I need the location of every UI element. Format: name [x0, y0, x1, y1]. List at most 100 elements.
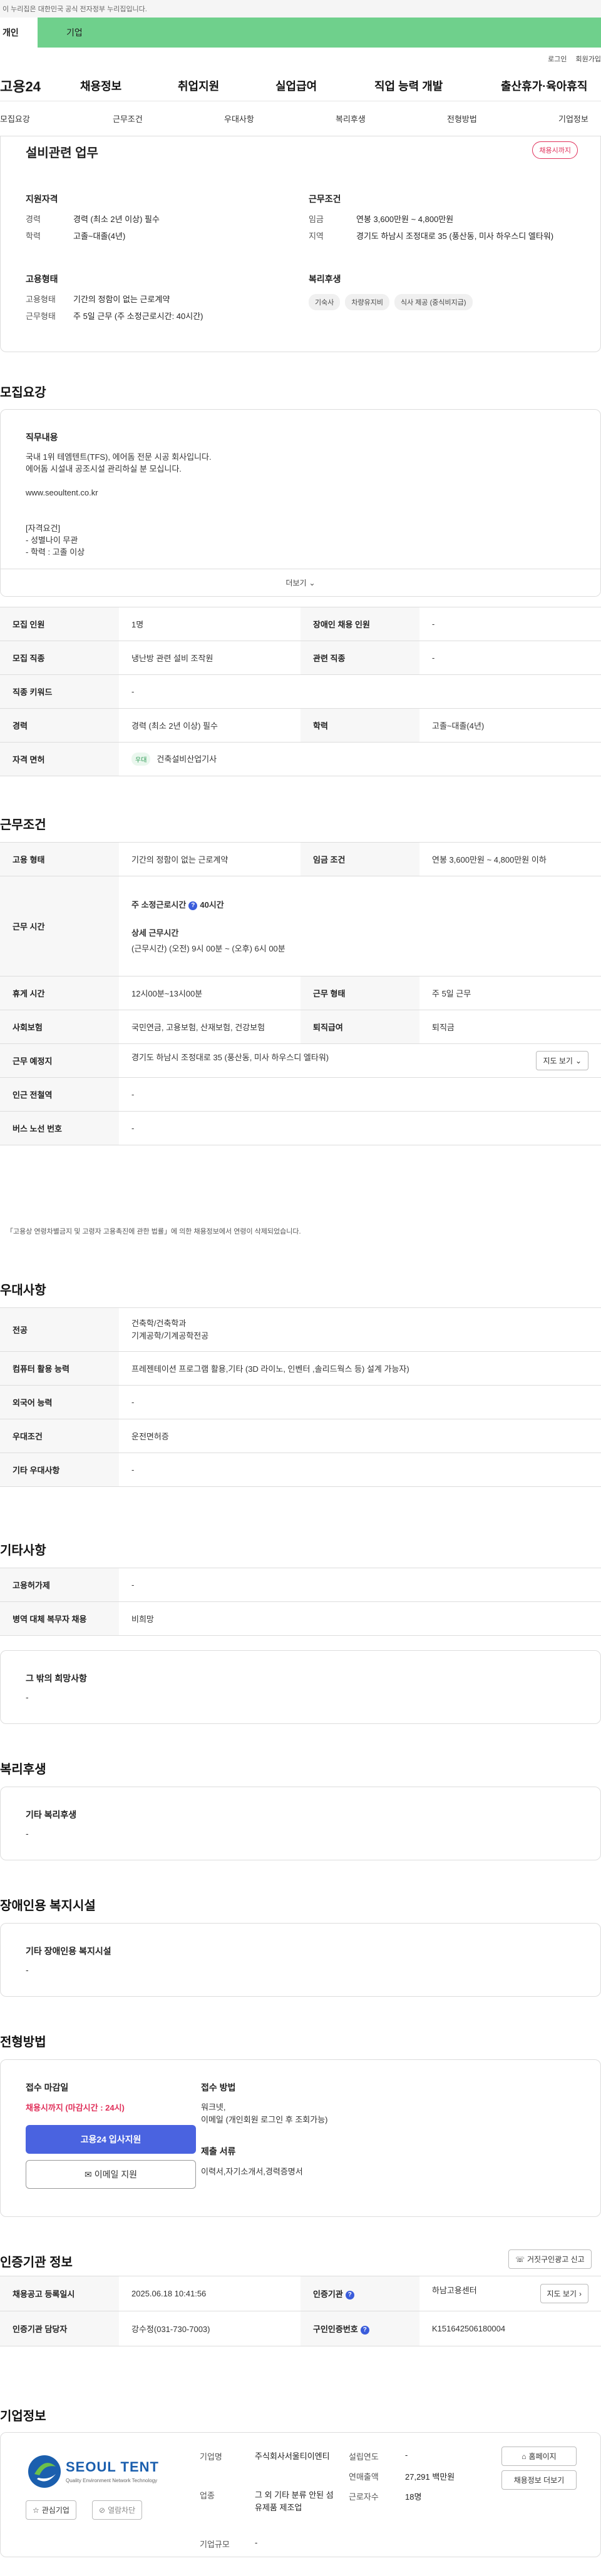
emp-type-value: 기간의 정함이 없는 근로계약: [73, 295, 170, 304]
status-badge: 채용시까지: [532, 141, 578, 159]
company-name: 주식회사서울티이엔티: [255, 2452, 330, 2461]
gnb-parental-leave[interactable]: 출산휴가·육아휴직: [501, 78, 587, 94]
disability-box: 기타 장애인용 복지시설 -: [0, 1923, 601, 1997]
process-box: 접수 마감일 채용시까지 (마감시간 : 24시) 고용24 입사지원 ✉ 이메일…: [0, 2059, 601, 2217]
table-row: 자격 면허 우대 건축설비산업기사: [0, 742, 601, 776]
homepage-button[interactable]: ⌂ 홈페이지: [501, 2447, 577, 2466]
sub-nav: 모집요강 근무조건 우대사항 복리후생 전형방법 기업정보: [0, 101, 601, 136]
job-desc-text: 국내 1위 테엠텐트(TFS), 에어돔 전문 시공 회사입니다. 에어돔 시설…: [26, 452, 212, 557]
table-row: 사회보험 국민연금, 고용보험, 산재보험, 건강보험 퇴직급여 퇴직금: [0, 1010, 601, 1044]
table-row: 모집 직종 냉난방 관련 설비 조작원 관련 직종 -: [0, 641, 601, 675]
cert-table: 채용공고 등록일시 2025.06.18 10:41:56 인증기관? 하남고용…: [0, 2276, 601, 2346]
career-value: 경력 (최소 2년 이상) 필수: [73, 215, 160, 224]
age-note: 「고용상 연령차별금지 및 고령자 고용촉진에 관한 법률」에 의한 채용정보에…: [6, 1228, 301, 1235]
more-jobs-button[interactable]: 채용정보 더보기: [501, 2470, 577, 2490]
company-section-title: 기업정보: [0, 2410, 46, 2423]
table-row: 근무 예정지 경기도 하남시 조정대로 35 (풍산동, 미사 하우스디 엘타워…: [0, 1043, 601, 1078]
subnav-welfare[interactable]: 복리후생: [336, 113, 366, 124]
table-row: 모집 인원 1명 장애인 채용 인원 -: [0, 607, 601, 641]
help-icon[interactable]: ?: [360, 2325, 369, 2335]
etc-table: 고용허가제 - 병역 대체 복무자 채용 비희망: [0, 1568, 601, 1636]
subnav-process[interactable]: 전형방법: [447, 113, 477, 124]
work-form-value: 주 5일 근무 (주 소정근로시간: 40시간): [73, 312, 203, 321]
subnav-company[interactable]: 기업정보: [558, 113, 588, 124]
company-logo: SEOUL TENT Quality Environment Network T…: [26, 2450, 163, 2494]
gnb-jobs[interactable]: 채용정보: [80, 78, 121, 94]
help-icon[interactable]: ?: [345, 2290, 354, 2300]
apply-button[interactable]: 고용24 입사지원: [26, 2125, 196, 2154]
other-wish-box: 그 밖의 희망사항 -: [0, 1650, 601, 1724]
pref-section-title: 우대사항: [0, 1284, 46, 1297]
table-row: 병역 대체 복무자 채용 비희망: [0, 1601, 601, 1636]
table-row: 경력 경력 (최소 2년 이상) 필수 학력 고졸~대졸(4년): [0, 708, 601, 743]
qual-head: 지원자격: [26, 194, 58, 204]
tab-company[interactable]: 기업: [38, 18, 601, 48]
cond-head: 근무조건: [309, 194, 341, 204]
help-icon[interactable]: ?: [188, 901, 198, 910]
table-row: 고용허가제 -: [0, 1568, 601, 1602]
subnav-recruit[interactable]: 모집요강: [0, 113, 30, 124]
megaphone-icon: ☏: [515, 2254, 525, 2264]
gnb-employment-support[interactable]: 취업지원: [178, 78, 219, 94]
home-icon: ⌂: [521, 2452, 527, 2461]
welfare-box: 기타 복리후생 -: [0, 1787, 601, 1860]
deadline-value: 채용시까지 (마감시간 : 24시): [26, 2103, 125, 2112]
usertype-tabs: 개인 기업: [0, 18, 601, 48]
etc-section-title: 기타사항: [0, 1544, 46, 1558]
more-button[interactable]: 더보기 ⌄: [1, 569, 600, 596]
site-logo[interactable]: 고용24: [0, 76, 41, 96]
star-icon: ☆: [33, 2505, 39, 2515]
cert-section-title: 인증기관 정보: [0, 2256, 73, 2269]
table-row: 컴퓨터 활용 능력 프레젠테이션 프로그램 활용,기타 (3D 라이노, 인벤터…: [0, 1351, 601, 1386]
welfare-tag: 식사 제공 (중식비지급): [394, 294, 473, 310]
gnb-unemployment-benefit[interactable]: 실업급여: [275, 78, 317, 94]
favorite-company-button[interactable]: ☆ 관심기업: [26, 2500, 76, 2520]
global-nav: 고용24 채용정보 취업지원 실업급여 직업 능력 개발 출산휴가·육아휴직: [0, 70, 601, 101]
email-apply-button[interactable]: ✉ 이메일 지원: [26, 2160, 196, 2189]
welfare-tag: 기숙사: [309, 294, 341, 310]
join-link[interactable]: 회원가입: [576, 54, 601, 64]
job-title: 설비관련 업무: [26, 146, 98, 160]
cert-map-button[interactable]: 지도 보기 ›: [540, 2284, 588, 2303]
tab-personal[interactable]: 개인: [0, 18, 38, 48]
pref-table: 전공 건축학/건축학과 기계공학/기계공학전공 컴퓨터 활용 능력 프레젠테이션…: [0, 1307, 601, 1487]
table-row: 전공 건축학/건축학과 기계공학/기계공학전공: [0, 1307, 601, 1352]
gov-strip: 이 누리집은 대한민국 공식 전자정부 누리집입니다.: [0, 0, 601, 18]
recruit-table: 모집 인원 1명 장애인 채용 인원 - 모집 직종 냉난방 관련 설비 조작원…: [0, 607, 601, 776]
top-menu: 로그인 회원가입: [0, 48, 601, 70]
preferred-badge: 우대: [131, 753, 151, 766]
report-button[interactable]: ☏ 거짓구인광고 신고: [508, 2249, 592, 2269]
chevron-down-icon: ⌄: [309, 578, 316, 587]
table-row: 채용공고 등록일시 2025.06.18 10:41:56 인증기관? 하남고용…: [0, 2276, 601, 2311]
subnav-pref[interactable]: 우대사항: [224, 113, 254, 124]
welfare-head: 복리후생: [309, 274, 341, 284]
process-section-title: 전형방법: [0, 2036, 46, 2049]
gnb-skills[interactable]: 직업 능력 개발: [374, 78, 443, 94]
region-value: 경기도 하남시 조정대로 35 (풍산동, 미사 하우스디 엘타워): [356, 231, 554, 241]
chevron-down-icon: ⌄: [575, 1056, 582, 1065]
logo-sub: Quality Environment Network Technology: [66, 2478, 158, 2483]
login-link[interactable]: 로그인: [548, 54, 567, 64]
recruit-section-title: 모집요강: [0, 386, 46, 400]
work-section-title: 근무조건: [0, 818, 46, 832]
employment-block: 고용형태 고용형태 기간의 정함이 없는 근로계약 근무형태 주 5일 근무 (주 …: [26, 273, 289, 328]
table-row: 기타 우대사항 -: [0, 1453, 601, 1487]
wage-value: 연봉 3,600만원 ~ 4,800만원: [356, 215, 454, 224]
license-value: 건축설비산업기사: [157, 754, 217, 764]
map-button[interactable]: 지도 보기 ⌄: [536, 1051, 588, 1070]
block-view-button[interactable]: ⊘ 열람차단: [92, 2500, 143, 2520]
company-box: SEOUL TENT Quality Environment Network T…: [0, 2432, 601, 2557]
table-row: 휴게 시간 12시00분~13시00분 근무 형태 주 5일 근무: [0, 976, 601, 1010]
summary-card: 설비관련 업무 채용시까지 지원자격 경력 경력 (최소 2년 이상) 필수 학력…: [0, 136, 601, 352]
company-sales: 27,291 백만원: [405, 2472, 455, 2482]
company-industry: 그 외 기타 분류 안된 섬유제품 제조업: [255, 2490, 334, 2512]
mail-icon: ✉: [84, 2169, 92, 2179]
table-row: 버스 노선 번호 -: [0, 1111, 601, 1145]
table-row: 근무 시간 주 소정근로시간? 40시간 상세 근무시간 (근무시간) (오전) …: [0, 876, 601, 976]
gov-notice: 이 누리집은 대한민국 공식 전자정부 누리집입니다.: [3, 6, 147, 13]
block-icon: ⊘: [99, 2505, 106, 2515]
table-row: 직종 키워드 -: [0, 674, 601, 709]
education-value: 고졸~대졸(4년): [73, 231, 126, 241]
job-desc-head: 직무내용: [26, 432, 58, 442]
subnav-work[interactable]: 근무조건: [113, 113, 143, 124]
